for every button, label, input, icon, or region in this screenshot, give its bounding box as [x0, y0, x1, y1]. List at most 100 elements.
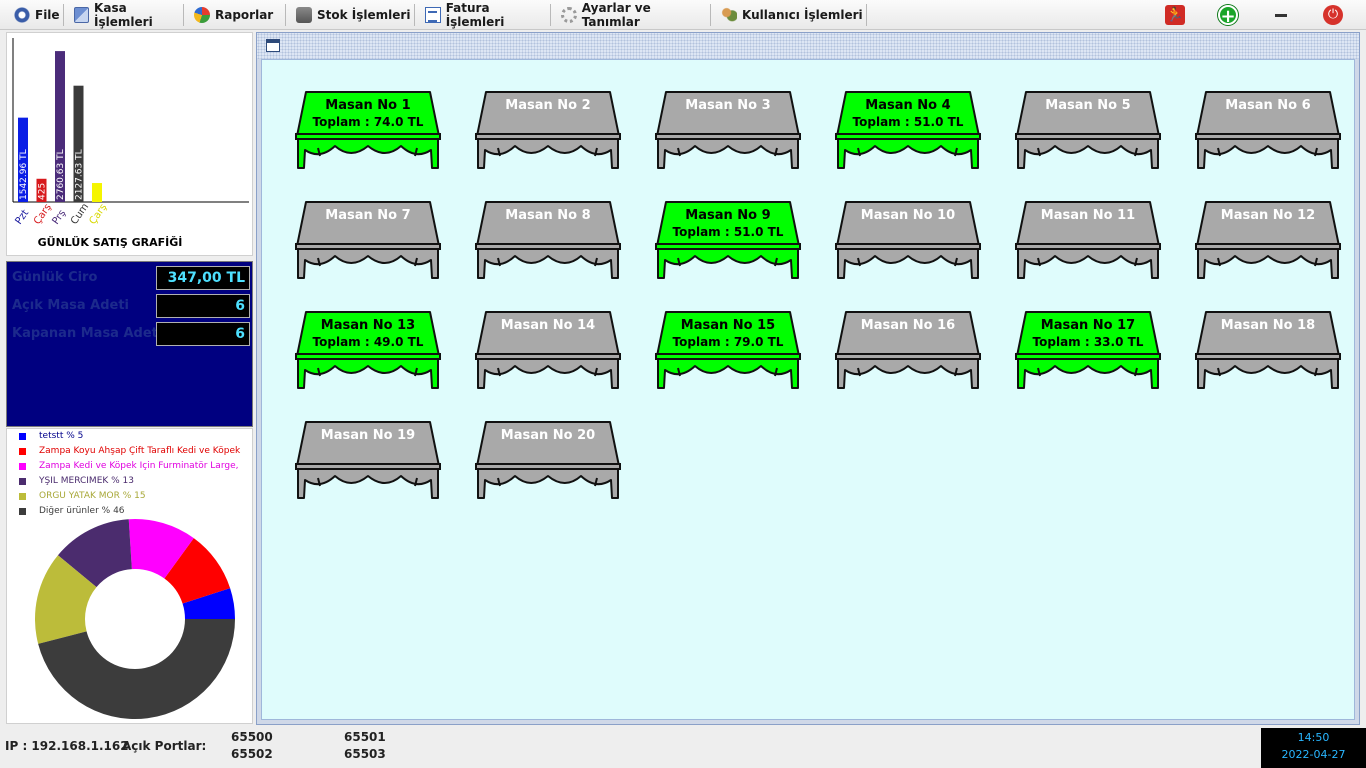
clock: 14:50 2022-04-27: [1261, 728, 1366, 768]
table-total: Toplam : 51.0 TL: [852, 115, 964, 129]
menu-kullanici-islemleri[interactable]: Kullanıcı İşlemleri: [713, 4, 867, 26]
legend-label: Zampa Koyu Ahşap Çift Taraflı Kedi ve Kö…: [39, 446, 241, 456]
category-label: Çarş: [32, 202, 54, 227]
menu-ayarlar-tanimlar[interactable]: Ayarlar ve Tanımlar: [553, 1, 711, 29]
menu-stok-islemleri[interactable]: Stok İşlemleri: [288, 4, 415, 26]
port-value: 65503: [344, 747, 386, 761]
table-total: Toplam : 33.0 TL: [1032, 335, 1144, 349]
table-card[interactable]: Masan No 12: [1193, 200, 1343, 282]
legend-swatch: [19, 448, 26, 455]
legend-label: YŞİL MERCİMEK % 13: [39, 476, 135, 486]
table-total: Toplam : 74.0 TL: [312, 115, 424, 129]
table-card[interactable]: Masan No 6: [1193, 90, 1343, 172]
table-card[interactable]: Masan No 5: [1013, 90, 1163, 172]
table-card[interactable]: Masan No 3: [653, 90, 803, 172]
bar: [92, 183, 102, 202]
invoice-icon: [425, 7, 441, 23]
table-card[interactable]: Masan No 10: [833, 200, 983, 282]
users-icon: [721, 7, 737, 23]
legend-label: Zampa Kedi ve Köpek İçin Furminatör Larg…: [39, 461, 239, 471]
menu-raporlar[interactable]: Raporlar: [186, 4, 286, 26]
table-name: Masan No 19: [320, 428, 416, 443]
legend-swatch: [19, 493, 26, 500]
legend-item: ÖRGÜ YATAK MOR % 15: [19, 491, 251, 503]
power-icon[interactable]: ⏻: [1323, 5, 1343, 25]
category-label: Pzt: [13, 208, 31, 227]
stock-icon: [296, 7, 312, 23]
acik-masa-value: 6: [156, 294, 250, 318]
table-name: Masan No 10: [860, 208, 956, 223]
category-label: Çarş: [87, 202, 109, 227]
table-card[interactable]: Masan No 9 Toplam : 51.0 TL: [653, 200, 803, 282]
gear-icon: [561, 7, 577, 23]
menu-fatura-label: Fatura İşlemleri: [445, 1, 505, 29]
window-icon[interactable]: [266, 39, 280, 52]
port-value: 65502: [231, 747, 273, 761]
table-name: Masan No 12: [1220, 208, 1316, 223]
table-name: Masan No 6: [1225, 98, 1311, 113]
bar-value-label: 425: [38, 183, 48, 200]
add-icon[interactable]: +: [1218, 5, 1238, 26]
table-card[interactable]: Masan No 15 Toplam : 79.0 TL: [653, 310, 803, 392]
tables-window-titlebar[interactable]: [257, 33, 1359, 59]
product-share-donut-chart: [35, 519, 235, 719]
table-name: Masan No 7: [325, 208, 411, 223]
table-card[interactable]: Masan No 17 Toplam : 33.0 TL: [1013, 310, 1163, 392]
bar-value-label: 1542.96 TL: [19, 149, 29, 200]
table-name: Masan No 13: [320, 318, 416, 333]
stat-row-kapanan-masa: Kapanan Masa Adeti 6: [7, 322, 252, 346]
menu-fatura-islemleri[interactable]: Fatura İşlemleri: [417, 1, 551, 29]
table-name: Masan No 1: [325, 98, 411, 113]
tables-area: Masan No 1 Toplam : 74.0 TL Masan No 2 Masa…: [261, 59, 1355, 720]
table-card[interactable]: Masan No 20: [473, 420, 623, 502]
menu-kasa-islemleri[interactable]: Kasa İşlemleri: [66, 1, 184, 29]
port-value: 65500: [231, 730, 273, 744]
category-label: Cum: [69, 202, 91, 227]
product-share-panel: tetstt % 5 Zampa Koyu Ahşap Çift Taraflı …: [6, 428, 253, 724]
menu-kullanici-label: Kullanıcı İşlemleri: [742, 8, 863, 22]
ciro-label: Günlük Ciro: [12, 270, 98, 285]
kapanan-masa-value: 6: [156, 322, 250, 346]
table-card[interactable]: Masan No 11: [1013, 200, 1163, 282]
menu-file[interactable]: File: [6, 4, 64, 26]
table-card[interactable]: Masan No 2: [473, 90, 623, 172]
clock-time: 14:50: [1297, 731, 1330, 744]
cash-register-icon: [74, 7, 90, 23]
table-name: Masan No 3: [685, 98, 771, 113]
legend-swatch: [19, 478, 26, 485]
table-card[interactable]: Masan No 7: [293, 200, 443, 282]
file-icon: [14, 7, 30, 23]
minimize-icon[interactable]: [1271, 5, 1291, 25]
legend-swatch: [19, 433, 26, 440]
table-card[interactable]: Masan No 19: [293, 420, 443, 502]
open-ports-label: Açık Portlar:: [122, 739, 207, 753]
table-card[interactable]: Masan No 16: [833, 310, 983, 392]
legend-item: Zampa Koyu Ahşap Çift Taraflı Kedi ve Kö…: [19, 446, 251, 458]
table-card[interactable]: Masan No 14: [473, 310, 623, 392]
table-name: Masan No 15: [680, 318, 776, 333]
table-name: Masan No 16: [860, 318, 956, 333]
menu-bar: File Kasa İşlemleri Raporlar Stok İşleml…: [0, 0, 1366, 30]
table-card[interactable]: Masan No 18: [1193, 310, 1343, 392]
legend-label: tetstt % 5: [39, 431, 84, 441]
table-card[interactable]: Masan No 1 Toplam : 74.0 TL: [293, 90, 443, 172]
kapanan-masa-label: Kapanan Masa Adeti: [12, 326, 163, 341]
table-name: Masan No 17: [1040, 318, 1136, 333]
daily-stats-panel: Günlük Ciro 347,00 TL Açık Masa Adeti 6 …: [6, 261, 253, 427]
ciro-value: 347,00 TL: [156, 266, 250, 290]
legend-item: Zampa Kedi ve Köpek İçin Furminatör Larg…: [19, 461, 251, 473]
table-card[interactable]: Masan No 4 Toplam : 51.0 TL: [833, 90, 983, 172]
menu-stok-label: Stok İşlemleri: [317, 8, 411, 22]
table-card[interactable]: Masan No 8: [473, 200, 623, 282]
table-name: Masan No 4: [865, 98, 951, 113]
daily-sales-chart-title: GÜNLÜK SATIŞ GRAFİĞİ: [37, 236, 183, 249]
bar-value-label: 2760.63 TL: [56, 149, 66, 200]
clock-date: 2022-04-27: [1281, 748, 1346, 761]
table-card[interactable]: Masan No 13 Toplam : 49.0 TL: [293, 310, 443, 392]
menu-file-label: File: [35, 8, 60, 22]
legend-swatch: [19, 463, 26, 470]
legend-item: YŞİL MERCİMEK % 13: [19, 476, 251, 488]
table-total: Toplam : 79.0 TL: [672, 335, 784, 349]
tables-window: Masan No 1 Toplam : 74.0 TL Masan No 2 Masa…: [256, 32, 1360, 725]
exit-person-icon[interactable]: 🏃: [1165, 5, 1185, 25]
